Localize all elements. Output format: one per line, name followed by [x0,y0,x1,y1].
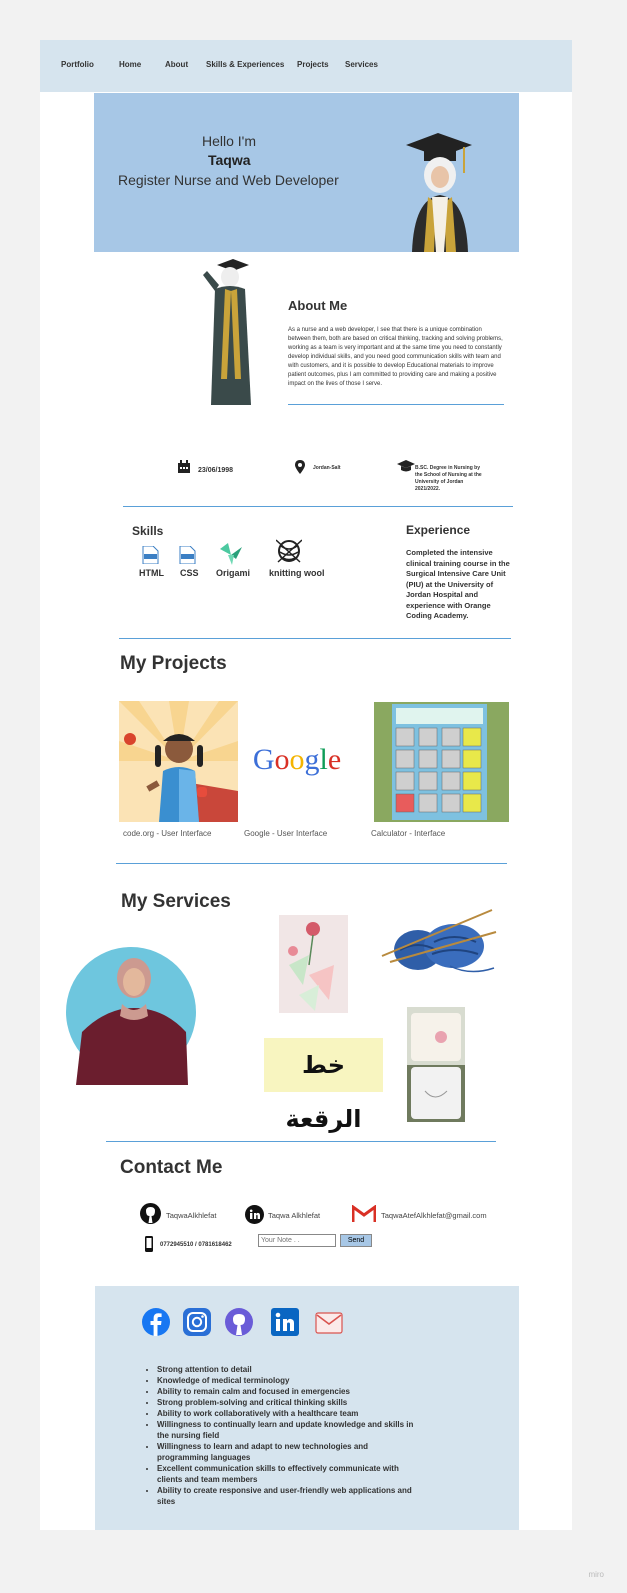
painted-mugs-photo [407,1007,465,1122]
html-file-icon [142,546,159,564]
graduate-portrait-image [406,133,472,252]
services-title: My Services [121,891,231,912]
skills-title: Skills [132,524,164,538]
linkedin-footer-icon[interactable] [271,1308,299,1336]
about-divider [288,404,504,405]
github-footer-icon[interactable] [225,1308,253,1336]
projects-title: My Projects [120,653,227,674]
nav-item-skills[interactable]: Skills & Experiences [206,60,284,69]
list-item: Willingness to learn and adapt to new te… [157,1441,417,1463]
hero-greeting: Hello I'm [202,133,257,149]
hero-banner: Hello I'm Taqwa Register Nurse and Web D… [94,93,519,252]
experience-text: Completed the intensive clinical trainin… [406,548,510,620]
list-item: Strong problem-solving and critical thin… [157,1397,417,1408]
projects-divider [116,863,507,864]
nav-item-home[interactable]: Home [119,60,141,69]
note-input[interactable] [258,1234,336,1247]
linkedin-icon[interactable] [245,1205,264,1224]
list-item: Strong attention to detail [157,1364,417,1375]
google-project-logo[interactable]: Google [242,730,352,790]
about-title: About Me [288,298,348,313]
phone-icon [145,1236,153,1252]
skill-css-label: CSS [180,568,199,578]
list-item: Willingness to continually learn and upd… [157,1419,417,1441]
project-caption-codeorg: code.org - User Interface [123,829,212,838]
knitting-yarn-photo [380,906,498,978]
facebook-icon[interactable] [142,1308,170,1336]
about-text: As a nurse and a web developer, I see th… [288,327,503,387]
phone-numbers: 0772945510 / 0781618462 [160,1242,232,1248]
nav-item-services[interactable]: Services [345,60,378,69]
profile-photo-circle [66,947,196,1085]
hero-role: Register Nurse and Web Developer [118,172,339,188]
contact-title: Contact Me [120,1157,223,1178]
nav-brand[interactable]: Portfolio [61,60,94,69]
nav-item-projects[interactable]: Projects [297,60,329,69]
github-icon[interactable] [140,1203,161,1224]
gmail-icon[interactable] [352,1205,376,1223]
list-item: Ability to create responsive and user-fr… [157,1485,417,1507]
hero-name: Taqwa [208,152,251,168]
list-item: Ability to remain calm and focused in em… [157,1386,417,1397]
css-file-icon [179,546,196,564]
project-caption-google: Google - User Interface [244,829,328,838]
skill-html-label: HTML [139,568,164,578]
nav-item-about[interactable]: About [165,60,188,69]
email-address[interactable]: TaqwaAtefAlkhlefat@gmail.com [381,1211,487,1220]
skills-divider [119,638,511,639]
experience-title: Experience [406,523,471,537]
info-divider [123,506,513,507]
ruqaa-calligraphy-image: خط الرقعة [264,1038,383,1133]
send-button[interactable]: Send [340,1234,372,1247]
email-footer-icon[interactable] [315,1312,343,1334]
list-item: Excellent communication skills to effect… [157,1463,417,1485]
skill-origami-label: Origami [216,568,251,578]
origami-flowers-photo [279,915,348,1013]
location-text: Jordan-Salt [313,465,341,471]
skill-knitting-label: knitting wool [269,568,325,578]
calendar-icon [178,460,190,473]
services-divider [106,1141,496,1142]
top-nav: Portfolio Home About Skills & Experience… [40,40,572,92]
graduate-full-body-image [203,259,251,405]
dob-text: 23/06/1998 [198,467,234,474]
project-caption-calculator: Calculator - Interface [371,829,446,838]
instagram-icon[interactable] [183,1308,211,1336]
github-username[interactable]: TaqwaAlkhlefat [166,1211,216,1220]
origami-bird-icon [220,543,242,565]
calculator-project-thumbnail[interactable] [374,702,509,822]
location-pin-icon [295,460,305,474]
graduation-cap-icon [397,460,415,472]
list-item: Ability to work collaboratively with a h… [157,1408,417,1419]
miro-watermark: miro [588,1570,604,1579]
yarn-ball-icon [276,539,302,563]
qualities-list: Strong attention to detail Knowledge of … [147,1364,417,1507]
degree-text: B.SC. Degree in Nursing by the School of… [415,465,482,492]
linkedin-name[interactable]: Taqwa Alkhlefat [268,1211,320,1220]
list-item: Knowledge of medical terminology [157,1375,417,1386]
footer-panel: Strong attention to detail Knowledge of … [95,1286,519,1530]
page-canvas: Portfolio Home About Skills & Experience… [40,40,572,1530]
codeorg-project-thumbnail[interactable] [119,701,238,822]
